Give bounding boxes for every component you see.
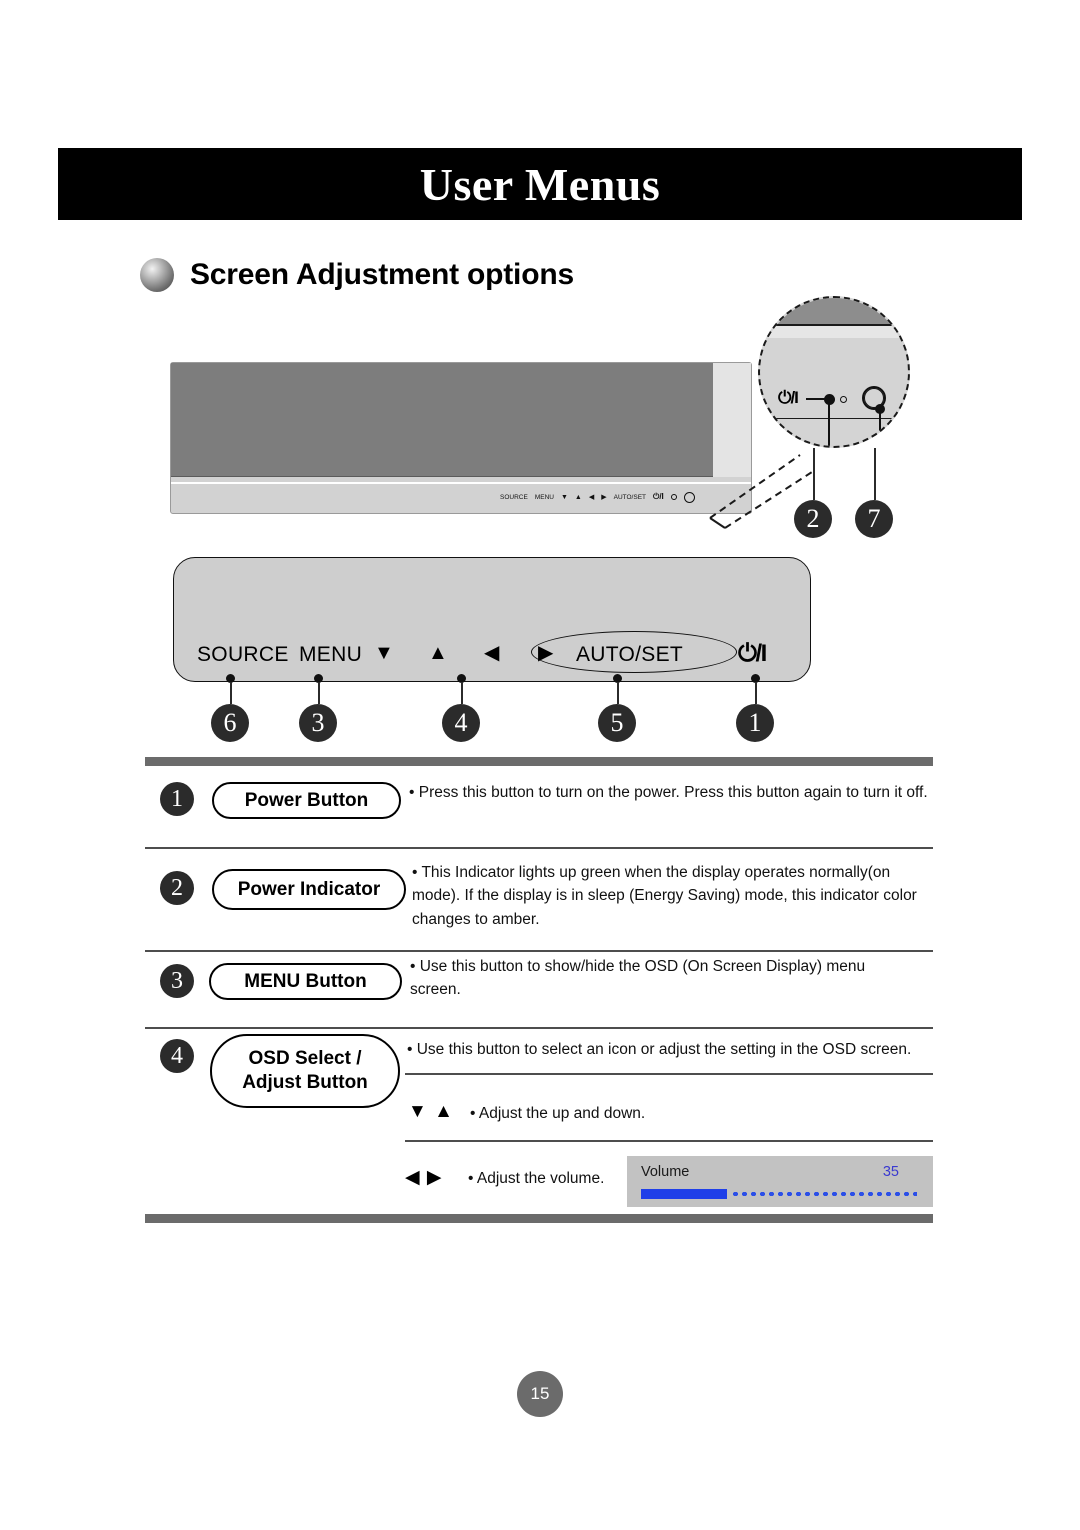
panel-callout-line-4 <box>461 682 463 704</box>
table-subrow-separator-1 <box>405 1073 933 1075</box>
table-row-number-3: 3 <box>160 964 194 998</box>
table-bottom-divider <box>145 1214 933 1223</box>
magnifier-detail-view: ⏻/I <box>758 296 910 448</box>
volume-osd-label: Volume <box>641 1164 690 1180</box>
callout-number-2: 2 <box>794 500 832 538</box>
monitor-menu-label: MENU <box>534 493 554 501</box>
table-row-separator-2 <box>145 950 933 952</box>
panel-autoset-label: AUTO/SET <box>576 643 684 666</box>
monitor-down-arrow-icon: ▼ <box>560 493 568 501</box>
table-subrow-description-updown: • Adjust the up and down. <box>470 1105 646 1122</box>
magnified-power-icon: ⏻/I <box>778 388 799 407</box>
page-title: User Menus <box>419 158 661 210</box>
panel-callout-line-6 <box>230 682 232 704</box>
monitor-right-arrow-icon: ▶ <box>601 494 607 501</box>
panel-callout-line-3 <box>318 682 320 704</box>
section-heading-label: Screen Adjustment options <box>190 258 574 291</box>
monitor-up-arrow-icon: ▲ <box>574 493 582 501</box>
callout-line-2 <box>813 448 815 500</box>
panel-callout-number-1: 1 <box>736 704 774 742</box>
table-top-divider <box>145 757 933 766</box>
magnifier-top-edge <box>760 298 908 326</box>
table-row-number-2: 2 <box>160 871 194 905</box>
magnifier-lead-horizontal <box>806 398 830 400</box>
monitor-indicator-icon <box>670 494 677 500</box>
volume-osd-widget: Volume 35 <box>627 1156 933 1207</box>
table-row-description-4: • Use this button to select an icon or a… <box>407 1041 912 1058</box>
volume-osd-value: 35 <box>882 1164 899 1180</box>
monitor-left-arrow-icon: ◀ <box>588 494 595 501</box>
magnifier-band <box>760 326 908 338</box>
page-header-banner: User Menus <box>58 148 1022 220</box>
monitor-power-icon: ⏻/I <box>653 492 664 501</box>
osd-select-label-line1: OSD Select / <box>248 1048 362 1070</box>
callout-number-7: 7 <box>855 500 893 538</box>
monitor-sensor-icon <box>683 491 695 503</box>
panel-callout-number-3: 3 <box>299 704 337 742</box>
magnifier-lead-vertical-7 <box>879 408 881 446</box>
panel-callout-line-5 <box>617 682 619 704</box>
monitor-screen <box>171 363 713 477</box>
magnifier-bottom-edge <box>766 418 906 419</box>
panel-up-arrow-icon: ▲ <box>428 642 448 664</box>
panel-callout-number-6: 6 <box>211 704 249 742</box>
callout-line-7 <box>874 448 876 500</box>
table-row-label-power-button: Power Button <box>212 782 401 819</box>
table-row-label-power-indicator: Power Indicator <box>212 869 406 910</box>
panel-menu-label: MENU <box>299 643 363 666</box>
panel-right-arrow-icon: ▶ <box>538 642 554 664</box>
volume-osd-remainder-dots <box>731 1192 917 1196</box>
table-row-separator-3 <box>145 1027 933 1029</box>
volume-osd-fill <box>641 1189 727 1199</box>
section-heading: Screen Adjustment options <box>140 258 574 292</box>
panel-callout-number-4: 4 <box>442 704 480 742</box>
magnifier-lead-vertical-2 <box>828 399 830 446</box>
page-number-badge: 15 <box>517 1371 563 1417</box>
table-row-number-1: 1 <box>160 782 194 816</box>
table-row-description-2: • This Indicator lights up green when th… <box>412 864 917 928</box>
subrow-leftright-arrows-icon: ◀ ▶ <box>405 1167 443 1188</box>
magnifier-circle: ⏻/I <box>758 296 910 448</box>
monitor-screen-side-panel <box>713 363 751 477</box>
table-subrow-description-volume: • Adjust the volume. <box>468 1170 605 1187</box>
volume-osd-track <box>641 1189 917 1199</box>
panel-source-label: SOURCE <box>197 643 289 666</box>
monitor-button-row: SOURCE MENU ▼ ▲ ◀ ▶ AUTO/SET ⏻/I <box>500 486 744 508</box>
monitor-autoset-label: AUTO/SET <box>613 493 646 501</box>
table-row-number-4: 4 <box>160 1039 194 1073</box>
panel-callout-line-1 <box>755 682 757 704</box>
panel-down-arrow-icon: ▼ <box>374 642 394 664</box>
subrow-updown-arrows-icon: ▼ ▲ <box>408 1101 454 1122</box>
table-row-separator-1 <box>145 847 933 849</box>
monitor-illustration: SOURCE MENU ▼ ▲ ◀ ▶ AUTO/SET ⏻/I <box>170 362 752 514</box>
magnified-indicator-open-icon <box>840 396 847 403</box>
control-panel-labels: SOURCE MENU ▼ ▲ ◀ ▶ AUTO/SET ⏻/I <box>173 557 811 683</box>
monitor-bezel-divider <box>171 482 751 484</box>
sphere-bullet-icon <box>140 258 174 292</box>
table-row-label-osd-select: OSD Select / Adjust Button <box>210 1034 400 1108</box>
table-subrow-separator-2 <box>405 1140 933 1142</box>
panel-left-arrow-icon: ◀ <box>484 642 500 664</box>
table-row-description-3: • Use this button to show/hide the OSD (… <box>410 958 866 999</box>
table-row-description-1: • Press this button to turn on the power… <box>409 784 928 801</box>
osd-select-label-line2: Adjust Button <box>242 1072 368 1093</box>
table-row-label-menu-button: MENU Button <box>209 963 402 1000</box>
monitor-source-label: SOURCE <box>500 493 528 501</box>
panel-power-icon: ⏻/I <box>738 640 767 667</box>
panel-callout-number-5: 5 <box>598 704 636 742</box>
